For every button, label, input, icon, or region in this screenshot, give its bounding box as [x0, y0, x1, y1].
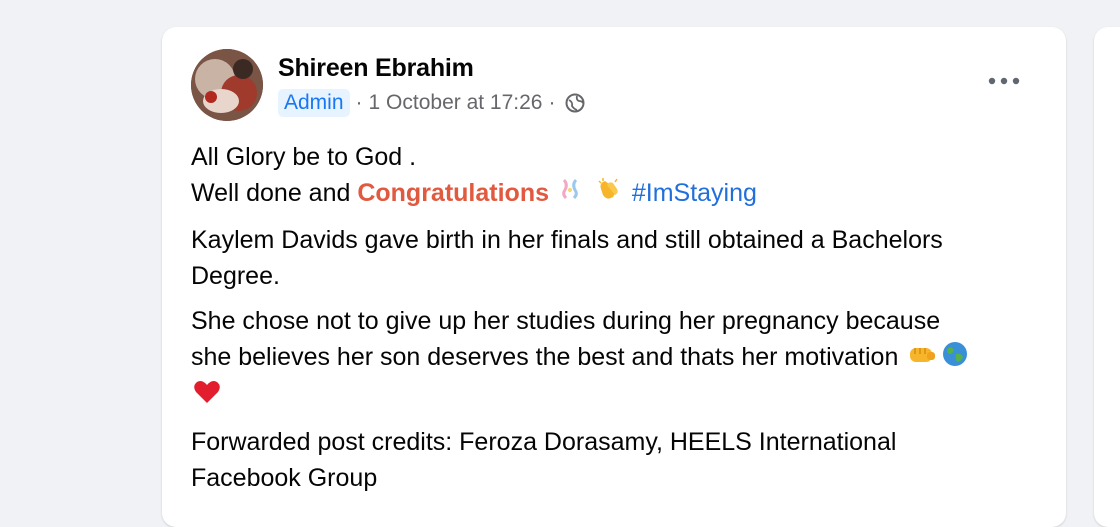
post-card: Shireen Ebrahim Admin · 1 October at 17:…: [162, 27, 1066, 527]
meta-separator: ·: [548, 91, 556, 114]
red-heart-icon: [193, 379, 221, 415]
more-options-icon: [988, 77, 1020, 85]
congratulations-highlight: Congratulations: [357, 179, 549, 207]
post-body: All Glory be to God . Well done and Cong…: [191, 139, 1031, 505]
post-timestamp[interactable]: 1 October at 17:26: [369, 91, 543, 115]
author-name[interactable]: Shireen Ebrahim: [278, 54, 474, 83]
raised-fist-icon: [907, 340, 937, 378]
author-avatar[interactable]: [191, 49, 263, 121]
globe-earth-icon: [941, 340, 969, 378]
meta-separator: ·: [355, 91, 363, 114]
hashtag-link[interactable]: #ImStaying: [632, 179, 757, 207]
more-options-button[interactable]: [982, 67, 1026, 95]
admin-badge[interactable]: Admin: [278, 89, 350, 117]
post-line: Degree.: [191, 262, 280, 291]
post-line: She chose not to give up her studies dur…: [191, 307, 941, 336]
adjacent-card: [1094, 27, 1120, 527]
post-line: she believes her son deserves the best a…: [191, 343, 899, 372]
post-line: Forwarded post credits: Feroza Dorasamy,…: [191, 428, 897, 457]
ribbon-icon: [558, 176, 584, 212]
post-line: Well done and: [191, 179, 358, 207]
post-line: Kaylem Davids gave birth in her finals a…: [191, 226, 943, 255]
post-line: Facebook Group: [191, 464, 378, 493]
post-line: All Glory be to God .: [191, 143, 417, 171]
clapping-hands-icon: [595, 175, 623, 213]
globe-icon[interactable]: [565, 93, 585, 113]
post-meta: Admin · 1 October at 17:26 ·: [278, 89, 585, 117]
